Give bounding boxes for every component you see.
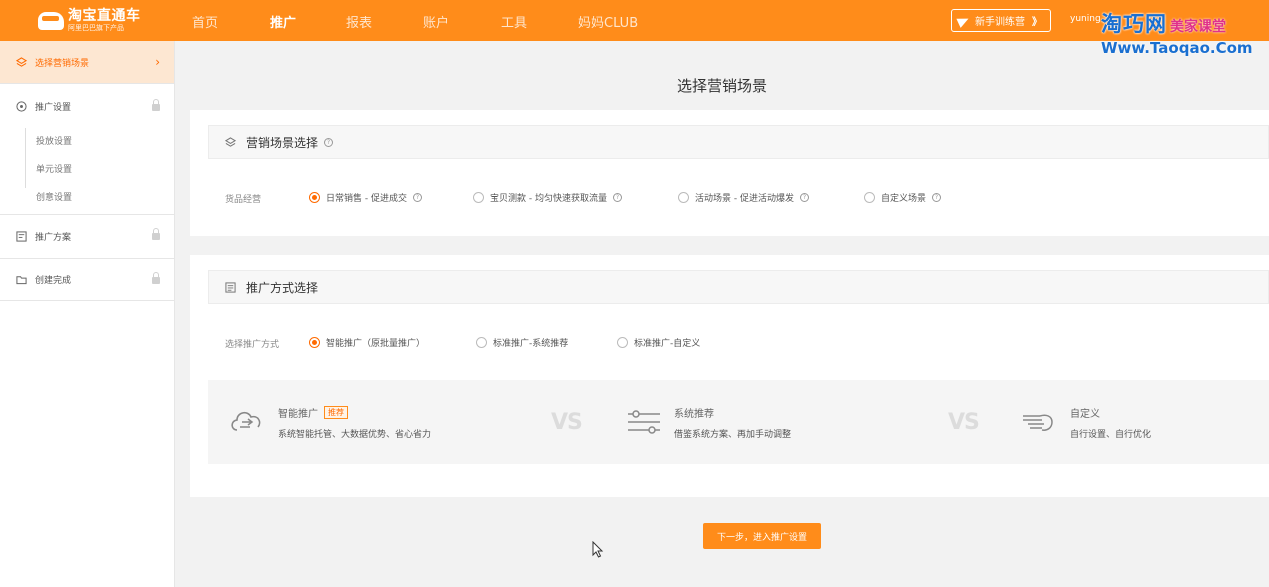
help-icon[interactable]: ? bbox=[612, 193, 622, 202]
radio-label: 标准推广-系统推荐 bbox=[493, 339, 569, 349]
method-row-label: 选择推广方式 bbox=[225, 340, 280, 350]
chevron-right-icon: › bbox=[155, 55, 160, 69]
sliders-icon bbox=[628, 410, 660, 434]
help-icon[interactable]: ? bbox=[412, 193, 422, 202]
radio-dot bbox=[473, 192, 484, 203]
sidebar-item-label: 选择营销场景 bbox=[35, 58, 90, 69]
radio-label: 自定义场景 bbox=[881, 194, 927, 204]
radio-dot bbox=[678, 192, 689, 203]
watermark-url: Www.Taoqao.Com bbox=[1101, 39, 1253, 57]
lock-icon bbox=[152, 272, 160, 284]
user-name[interactable]: yuning bbox=[1070, 14, 1101, 24]
radio-dot bbox=[309, 192, 320, 203]
nav-tools[interactable]: 工具 bbox=[501, 12, 527, 31]
sidebar-subitem-delivery[interactable]: 投放设置 bbox=[0, 126, 174, 154]
sidebar-item-label: 推广方案 bbox=[35, 233, 72, 243]
sidebar: 选择营销场景 › 推广设置 投放设置 单元设置 创意设置 推广方案 创建完成 bbox=[0, 41, 175, 587]
compare-custom: 自定义 自行设置、自行优化 bbox=[1020, 380, 1151, 464]
compare-title: 自定义 bbox=[1070, 408, 1100, 420]
logo-title: 淘宝直通车 bbox=[68, 7, 141, 24]
radio-label: 标准推广-自定义 bbox=[634, 339, 701, 349]
layers-icon bbox=[16, 56, 27, 67]
help-icon[interactable]: ? bbox=[932, 193, 942, 202]
method-comparison: 智能推广 推荐 系统智能托管、大数据优势、省心省力 VS 系统推荐 借鉴系统方案、… bbox=[208, 380, 1269, 464]
radio-smart-promotion[interactable]: 智能推广（原批量推广） bbox=[309, 336, 425, 349]
cloud-flow-icon bbox=[231, 411, 261, 431]
newbie-training-button[interactable]: 新手训练营 》 bbox=[951, 9, 1051, 32]
compare-desc: 借鉴系统方案、再加手动调整 bbox=[674, 429, 792, 440]
sidebar-item-promo-settings[interactable]: 推广设置 bbox=[0, 86, 174, 126]
radio-product-test[interactable]: 宝贝测款 - 均匀快速获取流量 ? bbox=[473, 191, 622, 204]
paper-plane-icon bbox=[956, 13, 971, 28]
nav-account[interactable]: 账户 bbox=[423, 12, 449, 31]
recommend-badge: 推荐 bbox=[324, 405, 348, 419]
method-card-header: 推广方式选择 bbox=[208, 270, 1269, 304]
sidebar-item-promo-plan[interactable]: 推广方案 bbox=[0, 215, 174, 258]
help-icon[interactable]: ? bbox=[799, 193, 809, 202]
folder-icon bbox=[16, 276, 27, 285]
sidebar-subitem-creative[interactable]: 创意设置 bbox=[0, 182, 174, 210]
chevron-right-icon: 》 bbox=[1032, 17, 1042, 28]
vs-label: VS bbox=[948, 410, 980, 435]
sidebar-item-label: 推广设置 bbox=[35, 102, 72, 113]
nav-promotion[interactable]: 推广 bbox=[270, 12, 296, 31]
compare-desc: 自行设置、自行优化 bbox=[1070, 429, 1152, 440]
nav-home[interactable]: 首页 bbox=[192, 12, 218, 31]
next-step-button[interactable]: 下一步，进入推广设置 bbox=[703, 523, 821, 549]
scene-card: 营销场景选择 ? 货品经营 日常销售 - 促进成交 ? 宝贝测款 - 均匀快速获… bbox=[190, 110, 1269, 236]
compare-desc: 系统智能托管、大数据优势、省心省力 bbox=[278, 429, 432, 440]
radio-standard-recommend[interactable]: 标准推广-系统推荐 bbox=[476, 336, 568, 349]
scene-heading: 营销场景选择 bbox=[246, 135, 319, 150]
page-title: 选择营销场景 bbox=[676, 77, 767, 95]
layers-icon bbox=[225, 136, 236, 147]
vs-label: VS bbox=[551, 410, 583, 435]
watermark: 淘巧网 美家课堂 Www.Taoqao.Com bbox=[1101, 8, 1253, 57]
sidebar-item-complete[interactable]: 创建完成 bbox=[0, 259, 174, 300]
logo-subtitle: 阿里巴巴旗下产品 bbox=[68, 23, 124, 32]
compare-smart: 智能推广 推荐 系统智能托管、大数据优势、省心省力 bbox=[228, 380, 431, 464]
radio-activity-scene[interactable]: 活动场景 - 促进活动爆发 ? bbox=[678, 191, 809, 204]
hand-pointer-icon bbox=[1023, 414, 1053, 431]
compare-system: 系统推荐 借鉴系统方案、再加手动调整 bbox=[626, 380, 791, 464]
scene-row-label: 货品经营 bbox=[225, 195, 262, 205]
lock-icon bbox=[152, 228, 160, 240]
compare-title: 智能推广 bbox=[278, 408, 318, 420]
sidebar-item-select-scene[interactable]: 选择营销场景 › bbox=[0, 41, 174, 83]
lock-icon bbox=[152, 99, 160, 111]
target-icon bbox=[16, 100, 27, 112]
sidebar-subitem-unit[interactable]: 单元设置 bbox=[0, 154, 174, 182]
nav-club[interactable]: 妈妈CLUB bbox=[578, 12, 638, 31]
list-icon bbox=[225, 281, 236, 293]
nav-reports[interactable]: 报表 bbox=[346, 12, 372, 31]
radio-dot bbox=[617, 337, 628, 348]
radio-standard-custom[interactable]: 标准推广-自定义 bbox=[617, 336, 700, 349]
radio-dot bbox=[864, 192, 875, 203]
radio-dot bbox=[309, 337, 320, 348]
radio-label: 宝贝测款 - 均匀快速获取流量 bbox=[490, 194, 607, 204]
radio-label: 日常销售 - 促进成交 bbox=[326, 194, 407, 204]
top-bar: 淘宝直通车 阿里巴巴旗下产品 首页 推广 报表 账户 工具 妈妈CLUB 新手训… bbox=[0, 0, 1269, 41]
radio-daily-sales[interactable]: 日常销售 - 促进成交 ? bbox=[309, 191, 422, 204]
radio-custom-scene[interactable]: 自定义场景 ? bbox=[864, 191, 942, 204]
newbie-label: 新手训练营 bbox=[975, 17, 1025, 28]
document-icon bbox=[16, 231, 27, 242]
watermark-tag: 美家课堂 bbox=[1170, 19, 1226, 35]
method-heading: 推广方式选择 bbox=[246, 280, 319, 295]
car-logo-icon bbox=[38, 11, 64, 30]
compare-title: 系统推荐 bbox=[674, 408, 714, 420]
scene-card-header: 营销场景选择 ? bbox=[208, 125, 1269, 159]
radio-dot bbox=[476, 337, 487, 348]
mouse-cursor-icon bbox=[592, 541, 604, 558]
watermark-brand: 淘巧网 bbox=[1101, 12, 1167, 36]
sidebar-item-label: 创建完成 bbox=[35, 276, 72, 286]
radio-label: 活动场景 - 促进活动爆发 bbox=[695, 194, 794, 204]
method-card: 推广方式选择 选择推广方式 智能推广（原批量推广） 标准推广-系统推荐 标准推广… bbox=[190, 255, 1269, 497]
logo[interactable]: 淘宝直通车 阿里巴巴旗下产品 bbox=[38, 7, 188, 33]
help-icon[interactable]: ? bbox=[324, 137, 334, 147]
radio-label: 智能推广（原批量推广） bbox=[326, 339, 426, 349]
